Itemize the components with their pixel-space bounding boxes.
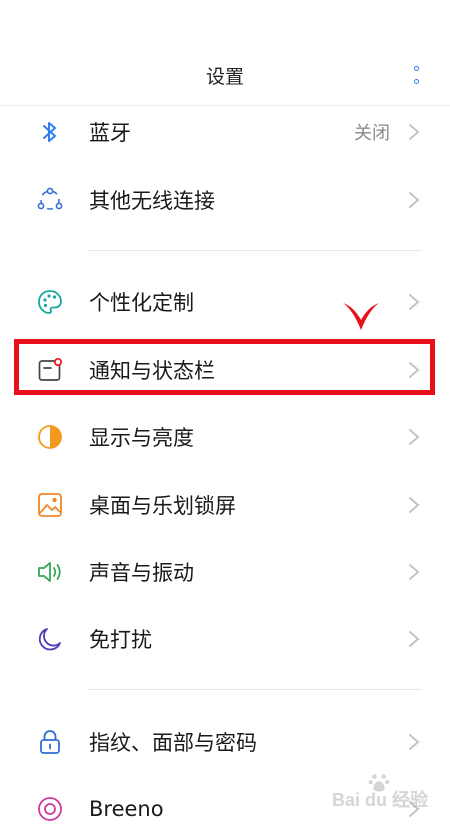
chevron-right-icon	[408, 123, 420, 141]
wireless-connection-icon	[36, 186, 64, 214]
settings-item-dnd[interactable]: 免打扰	[0, 606, 450, 672]
settings-item-label: Breeno	[89, 797, 164, 821]
settings-item-security[interactable]: 指纹、面部与密码	[0, 709, 450, 775]
more-options-icon[interactable]	[406, 64, 426, 86]
settings-item-label: 声音与振动	[89, 561, 194, 585]
page-title: 设置	[205, 66, 244, 88]
breeno-icon	[36, 795, 64, 823]
chevron-right-icon	[408, 563, 420, 581]
moon-icon	[36, 625, 64, 653]
settings-item-label: 桌面与乐划锁屏	[89, 494, 236, 518]
settings-item-personalize[interactable]: 个性化定制	[0, 269, 450, 335]
chevron-right-icon	[408, 428, 420, 446]
chevron-right-icon	[408, 630, 420, 648]
settings-item-label: 其他无线连接	[89, 189, 215, 213]
settings-item-label: 指纹、面部与密码	[89, 731, 257, 755]
wallpaper-icon	[36, 491, 64, 519]
settings-item-bluetooth[interactable]: 蓝牙 关闭	[0, 99, 450, 165]
bluetooth-status: 关闭	[354, 123, 390, 144]
settings-item-label: 显示与亮度	[89, 426, 194, 450]
highlight-box	[14, 339, 435, 395]
header-bar: 设置	[0, 0, 450, 106]
section-divider	[88, 250, 422, 251]
settings-item-label: 免打扰	[89, 628, 152, 652]
settings-item-desktop[interactable]: 桌面与乐划锁屏	[0, 472, 450, 538]
settings-item-wireless[interactable]: 其他无线连接	[0, 167, 450, 233]
speaker-icon	[36, 558, 64, 586]
settings-item-label: 蓝牙	[89, 121, 131, 145]
settings-item-label: 个性化定制	[89, 291, 194, 315]
watermark-text: Bai du 经验	[332, 790, 429, 810]
chevron-right-icon	[408, 733, 420, 751]
chevron-right-icon	[408, 293, 420, 311]
bluetooth-icon	[36, 118, 64, 146]
chevron-right-icon	[408, 191, 420, 209]
palette-icon	[36, 288, 64, 316]
settings-item-sound[interactable]: 声音与振动	[0, 539, 450, 605]
red-checkmark-arrow-icon	[341, 300, 381, 332]
section-divider	[88, 689, 422, 690]
settings-item-display[interactable]: 显示与亮度	[0, 404, 450, 470]
chevron-right-icon	[408, 496, 420, 514]
lock-icon	[36, 728, 64, 756]
brightness-icon	[36, 423, 64, 451]
baidu-watermark-logo: Bai du 经验	[332, 772, 444, 820]
